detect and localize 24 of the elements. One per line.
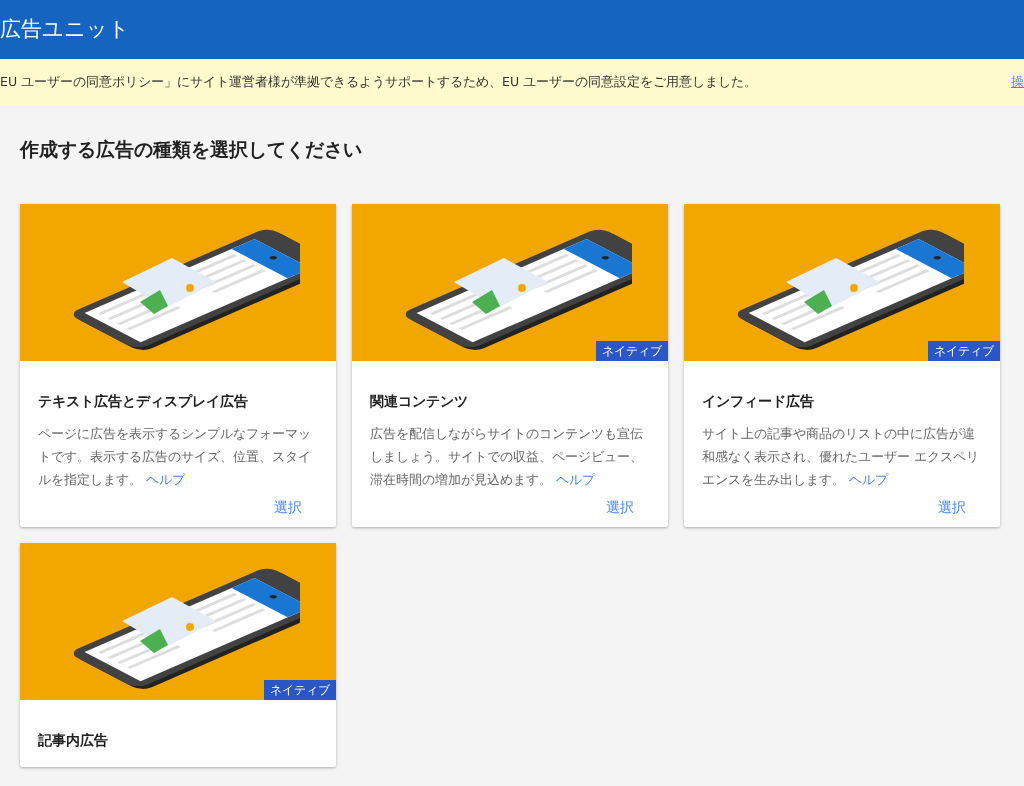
select-button[interactable]: 選択: [932, 494, 972, 519]
card-description: サイト上の記事や商品のリストの中に広告が違和感なく表示され、優れたユーザー エクスペリエンスを生み出します。 ヘルプ: [702, 424, 980, 489]
native-badge: ネイティブ: [596, 340, 668, 361]
help-link[interactable]: ヘルプ: [556, 471, 595, 487]
ad-type-card[interactable]: ネイティブ 関連コンテンツ 広告を配信しながらサイトのコンテンツも宣伝しましょう。サイトでの収益、ページビュー、滞在時間の増加が見込めます。 ヘルプ 選択: [352, 203, 668, 527]
ad-type-card[interactable]: テキスト広告とディスプレイ広告 ページに広告を表示するシンプルなフォーマットです。表示する広告のサイズ、位置、スタイルを指定します。 ヘルプ 選択: [20, 203, 336, 527]
card-title: 関連コンテンツ: [370, 391, 469, 411]
page-title: 広告ユニット: [0, 15, 130, 43]
ad-type-card[interactable]: ネイティブ 記事内広告: [20, 542, 336, 767]
card-title: テキスト広告とディスプレイ広告: [38, 391, 249, 411]
notice-action-link[interactable]: 操: [1011, 72, 1024, 92]
native-badge: ネイティブ: [928, 340, 1000, 361]
ad-type-card[interactable]: ネイティブ インフィード広告 サイト上の記事や商品のリストの中に広告が違和感なく表示され、優れたユーザー エクスペリエンスを生み出します。 ヘルプ 選択: [684, 203, 1000, 527]
select-button[interactable]: 選択: [268, 494, 308, 519]
help-link[interactable]: ヘルプ: [146, 471, 185, 487]
card-title: インフィード広告: [702, 391, 815, 411]
native-badge: ネイティブ: [264, 679, 336, 700]
select-button[interactable]: 選択: [600, 494, 640, 519]
card-description: ページに広告を表示するシンプルなフォーマットです。表示する広告のサイズ、位置、スタイルを指定します。 ヘルプ: [38, 424, 312, 489]
help-link[interactable]: ヘルプ: [849, 471, 888, 487]
card-description: 広告を配信しながらサイトのコンテンツも宣伝しましょう。サイトでの収益、ページビュー、滞在時間の増加が見込めます。 ヘルプ: [370, 424, 644, 489]
notice-text: EU ユーザーの同意ポリシー」にサイト運営者様が準拠できるようサポートするため、EU ユーザーの同意設定をご用意しました。: [0, 72, 758, 91]
card-title: 記事内広告: [38, 730, 109, 750]
page-heading: 作成する広告の種類を選択してください: [20, 137, 363, 162]
